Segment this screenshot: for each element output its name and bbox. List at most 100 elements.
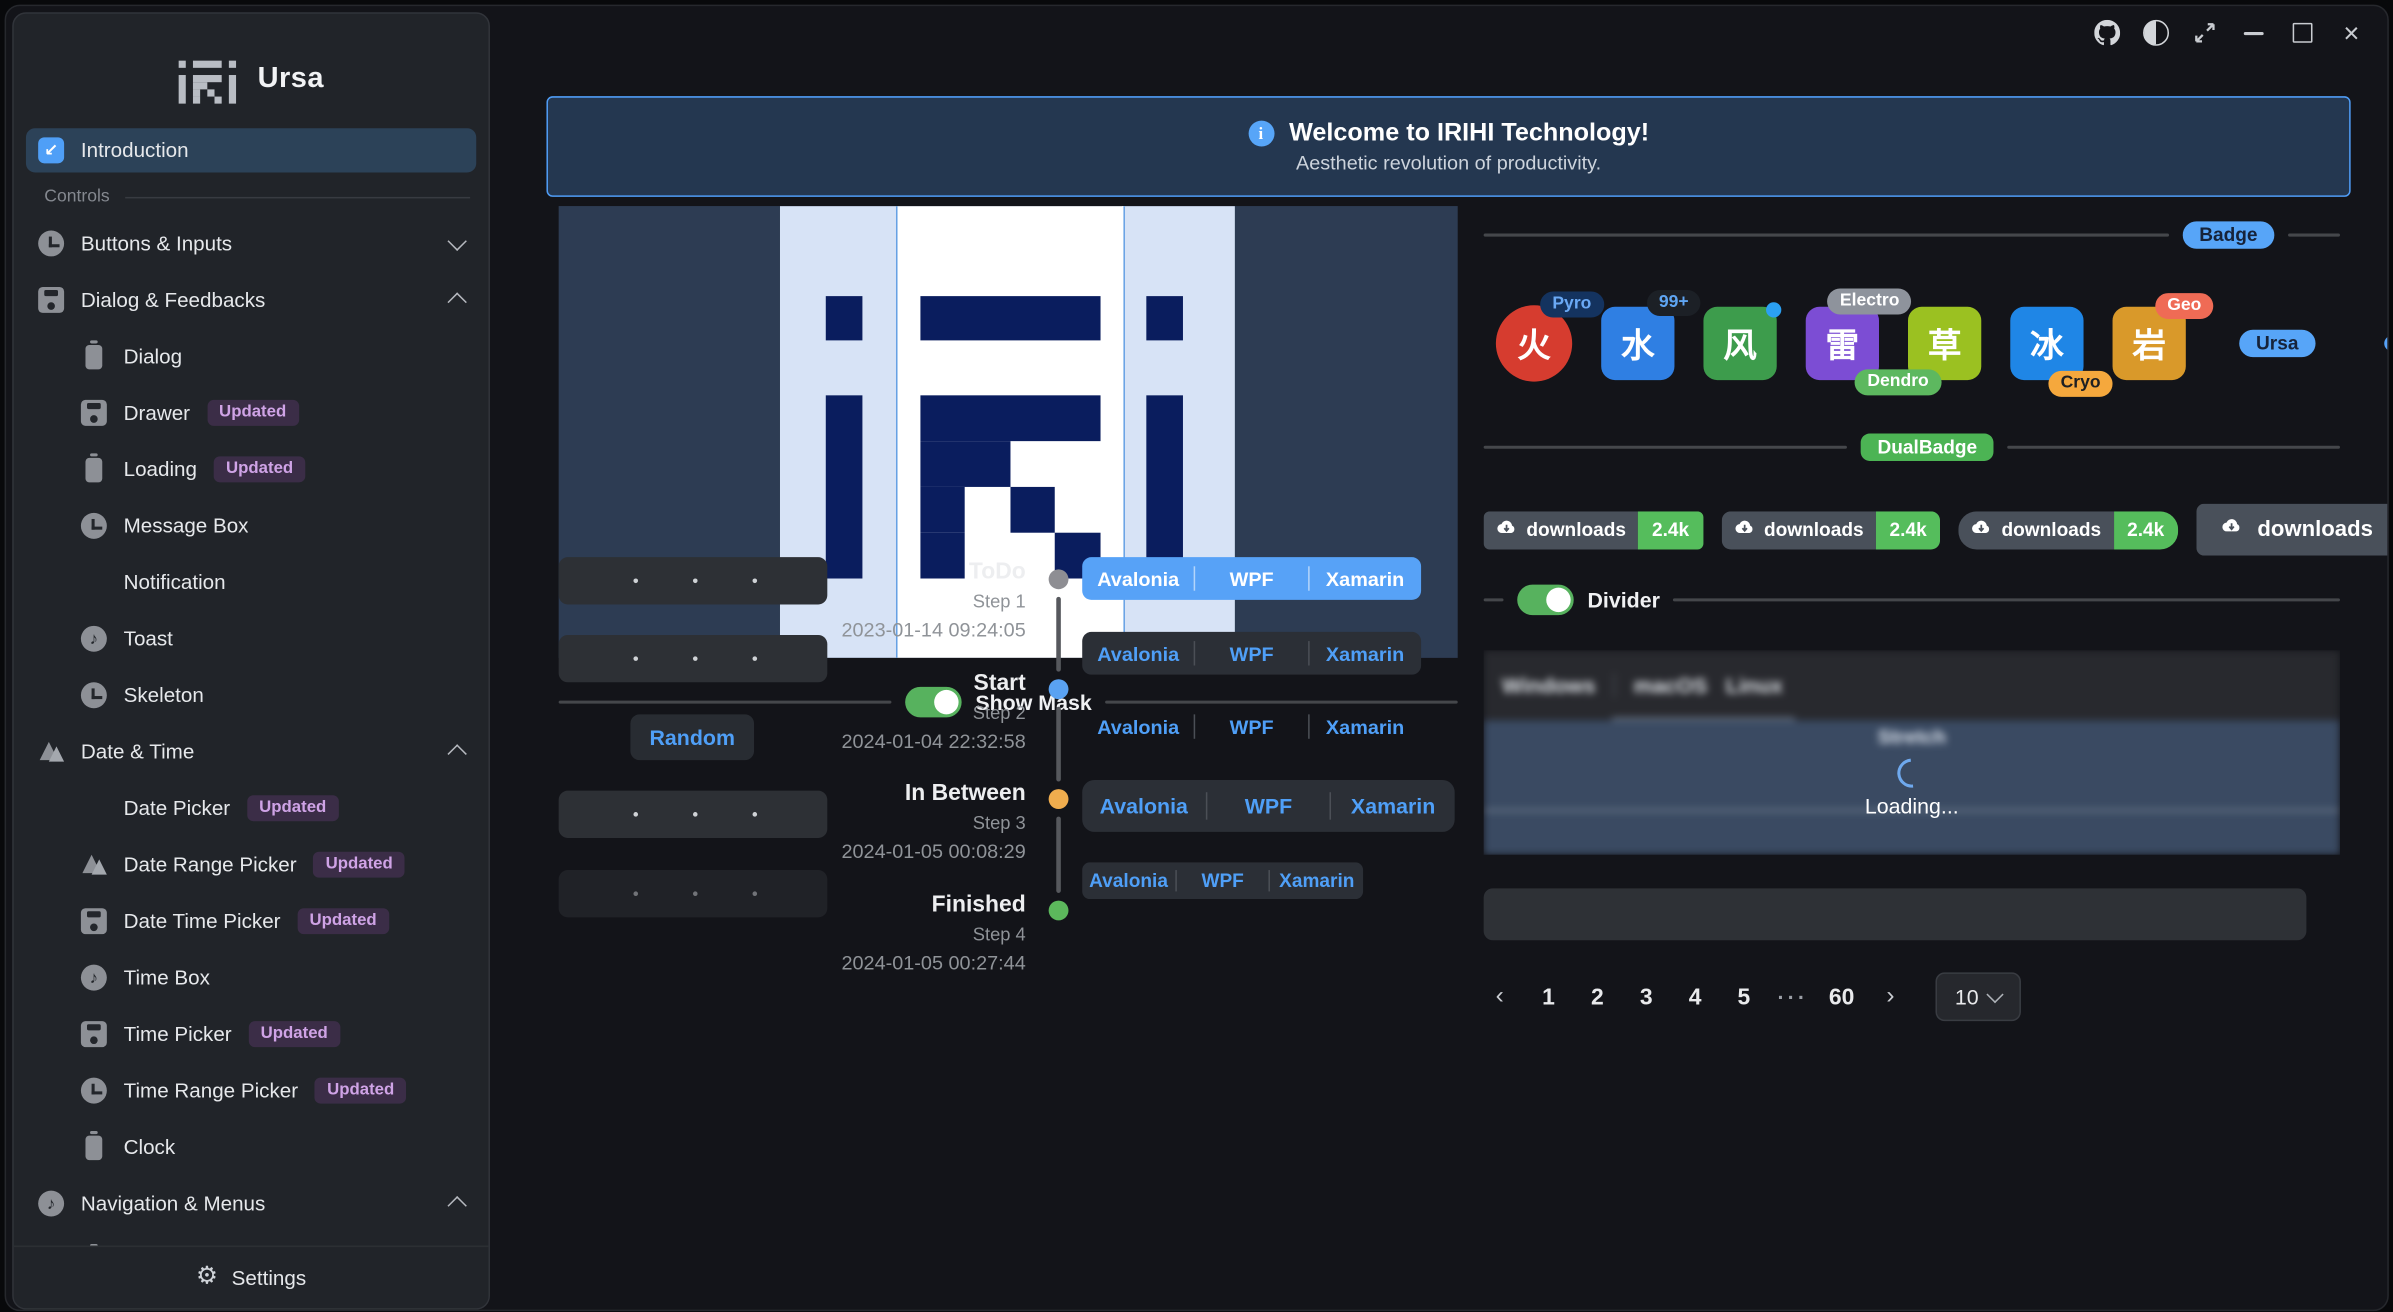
tab-windows[interactable]: Windows bbox=[1502, 673, 1596, 697]
option-xamarin-button[interactable]: Xamarin bbox=[1309, 715, 1421, 738]
resize-icon[interactable] bbox=[2190, 18, 2219, 47]
step-subtitle: Step 2 bbox=[841, 699, 1025, 726]
floppy-icon bbox=[38, 287, 64, 313]
sidebar-item-date-time-picker[interactable]: Date Time PickerUpdated bbox=[26, 893, 476, 949]
divider-toggle-label: Divider bbox=[1587, 588, 1659, 612]
date-time-input[interactable] bbox=[559, 557, 828, 604]
page-button-3[interactable]: 3 bbox=[1630, 984, 1662, 1010]
note-icon bbox=[81, 965, 107, 991]
battery-icon bbox=[85, 1135, 102, 1159]
download-badge: downloads2.4k bbox=[1484, 511, 1703, 549]
page-size-select[interactable]: 10 bbox=[1935, 972, 2020, 1021]
sidebar-item-buttons-inputs[interactable]: Buttons & Inputs bbox=[26, 215, 476, 271]
element-char: 风 bbox=[1723, 319, 1757, 368]
sidebar-item-message-box[interactable]: Message Box bbox=[26, 498, 476, 554]
trees-icon bbox=[38, 739, 64, 765]
sidebar-item-time-box[interactable]: Time Box bbox=[26, 949, 476, 1005]
next-page-button[interactable]: › bbox=[1874, 983, 1906, 1010]
sidebar-item-toast[interactable]: Toast bbox=[26, 611, 476, 667]
tab-linux[interactable]: Linux bbox=[1726, 673, 1783, 697]
chevron-down-icon bbox=[447, 232, 466, 251]
sidebar-item-label: Time Box bbox=[124, 966, 210, 989]
steps-timeline bbox=[1049, 557, 1070, 954]
sidebar-item-drawer[interactable]: DrawerUpdated bbox=[26, 385, 476, 441]
option-avalonia-button[interactable]: Avalonia bbox=[1082, 567, 1194, 590]
sidebar-item-loading[interactable]: LoadingUpdated bbox=[26, 441, 476, 497]
dualbadge-divider-label: DualBadge bbox=[1861, 433, 1994, 460]
floppy-icon bbox=[81, 1021, 107, 1047]
divider-toggle[interactable] bbox=[1517, 585, 1573, 616]
option-wpf-button[interactable]: WPF bbox=[1196, 715, 1308, 738]
ursa-badge: Ursa bbox=[2239, 330, 2315, 357]
sidebar-item-navigation-menus[interactable]: Navigation & Menus bbox=[26, 1175, 476, 1231]
sidebar-item-dialog-feedbacks[interactable]: Dialog & Feedbacks bbox=[26, 272, 476, 328]
timeline-connector bbox=[1056, 597, 1060, 672]
minimize-icon[interactable] bbox=[2239, 18, 2268, 47]
sidebar-item-label: Time Picker bbox=[124, 1023, 232, 1046]
section-divider bbox=[125, 196, 470, 198]
sidebar-item-date-range-picker[interactable]: Date Range PickerUpdated bbox=[26, 836, 476, 892]
clock-icon bbox=[38, 230, 64, 256]
option-xamarin-button[interactable]: Xamarin bbox=[1332, 794, 1455, 818]
note-icon bbox=[38, 1191, 64, 1217]
page-button-4[interactable]: 4 bbox=[1679, 984, 1711, 1010]
page-button-2[interactable]: 2 bbox=[1581, 984, 1613, 1010]
sidebar-item-skeleton[interactable]: Skeleton bbox=[26, 667, 476, 723]
page-button-5[interactable]: 5 bbox=[1728, 984, 1760, 1010]
option-xamarin-button[interactable]: Xamarin bbox=[1270, 870, 1363, 891]
info-icon: i bbox=[1248, 121, 1274, 147]
tab-bar: Windows macOS Linux bbox=[1484, 650, 2340, 720]
updated-badge: Updated bbox=[297, 908, 389, 934]
option-avalonia-button[interactable]: Avalonia bbox=[1082, 715, 1194, 738]
download-badge: downloads2.4k bbox=[2196, 504, 2389, 556]
chevron-up-icon bbox=[447, 1196, 466, 1215]
text-input[interactable] bbox=[1484, 888, 2307, 940]
step-timestamp: 2023-01-14 09:24:05 bbox=[841, 615, 1025, 644]
option-wpf-button[interactable]: WPF bbox=[1196, 567, 1308, 590]
date-time-input[interactable] bbox=[559, 635, 828, 682]
sidebar-item-date-picker[interactable]: Date PickerUpdated bbox=[26, 780, 476, 836]
spinner-icon bbox=[1891, 752, 1932, 793]
element-tile-ice: 冰Cryo bbox=[2010, 307, 2083, 380]
sidebar-item-time-picker[interactable]: Time PickerUpdated bbox=[26, 1006, 476, 1062]
download-badge-label-part: downloads bbox=[1484, 511, 1639, 549]
option-avalonia-button[interactable]: Avalonia bbox=[1082, 642, 1194, 665]
sidebar-item-introduction[interactable]: Introduction bbox=[26, 128, 476, 172]
sidebar-menu: IntroductionControlsButtons & InputsDial… bbox=[14, 128, 489, 1288]
option-avalonia-button[interactable]: Avalonia bbox=[1082, 794, 1205, 818]
element-tile-water: 水99+ bbox=[1601, 307, 1674, 380]
option-wpf-button[interactable]: WPF bbox=[1196, 642, 1308, 665]
download-count: 2.4k bbox=[2113, 511, 2178, 549]
close-icon[interactable]: × bbox=[2337, 18, 2366, 47]
settings-button[interactable]: ⚙ Settings bbox=[14, 1246, 489, 1309]
page-button-1[interactable]: 1 bbox=[1533, 984, 1565, 1010]
sidebar-item-notification[interactable]: Notification bbox=[26, 554, 476, 610]
maximize-icon[interactable] bbox=[2288, 18, 2317, 47]
prev-page-button[interactable]: ‹ bbox=[1484, 983, 1516, 1010]
download-count: 2.4k bbox=[1638, 511, 1703, 549]
option-wpf-button[interactable]: WPF bbox=[1176, 870, 1269, 891]
theme-toggle-icon[interactable] bbox=[2142, 18, 2171, 47]
sidebar-item-date-time[interactable]: Date & Time bbox=[26, 724, 476, 780]
sidebar-item-label: Dialog bbox=[124, 345, 182, 368]
sidebar-item-time-range-picker[interactable]: Time Range PickerUpdated bbox=[26, 1062, 476, 1118]
banner-subtitle: Aesthetic revolution of productivity. bbox=[1296, 151, 1601, 174]
sidebar-item-dialog[interactable]: Dialog bbox=[26, 328, 476, 384]
page-button-last[interactable]: 60 bbox=[1826, 984, 1858, 1010]
date-time-input[interactable] bbox=[559, 791, 828, 838]
option-avalonia-button[interactable]: Avalonia bbox=[1082, 870, 1175, 891]
date-time-input-disabled bbox=[559, 870, 828, 917]
sidebar-item-clock[interactable]: Clock bbox=[26, 1119, 476, 1175]
option-xamarin-button[interactable]: Xamarin bbox=[1309, 567, 1421, 590]
option-xamarin-button[interactable]: Xamarin bbox=[1309, 642, 1421, 665]
tab-macos[interactable]: macOS bbox=[1634, 673, 1708, 697]
element-badge-tiles: 火Pyro水99+风雷Electro草Dendro冰Cryo岩GeoUrsa bbox=[1496, 305, 2340, 381]
option-wpf-button[interactable]: WPF bbox=[1207, 794, 1330, 818]
sidebar-item-label: Date & Time bbox=[81, 740, 194, 763]
download-badge-label-part: downloads bbox=[1959, 511, 2114, 549]
sidebar-item-label: Date Range Picker bbox=[124, 853, 297, 876]
step-title: Finished bbox=[841, 890, 1025, 921]
random-button[interactable]: Random bbox=[630, 714, 754, 760]
badge-geo: Geo bbox=[2155, 293, 2214, 319]
github-icon[interactable] bbox=[2093, 18, 2122, 47]
